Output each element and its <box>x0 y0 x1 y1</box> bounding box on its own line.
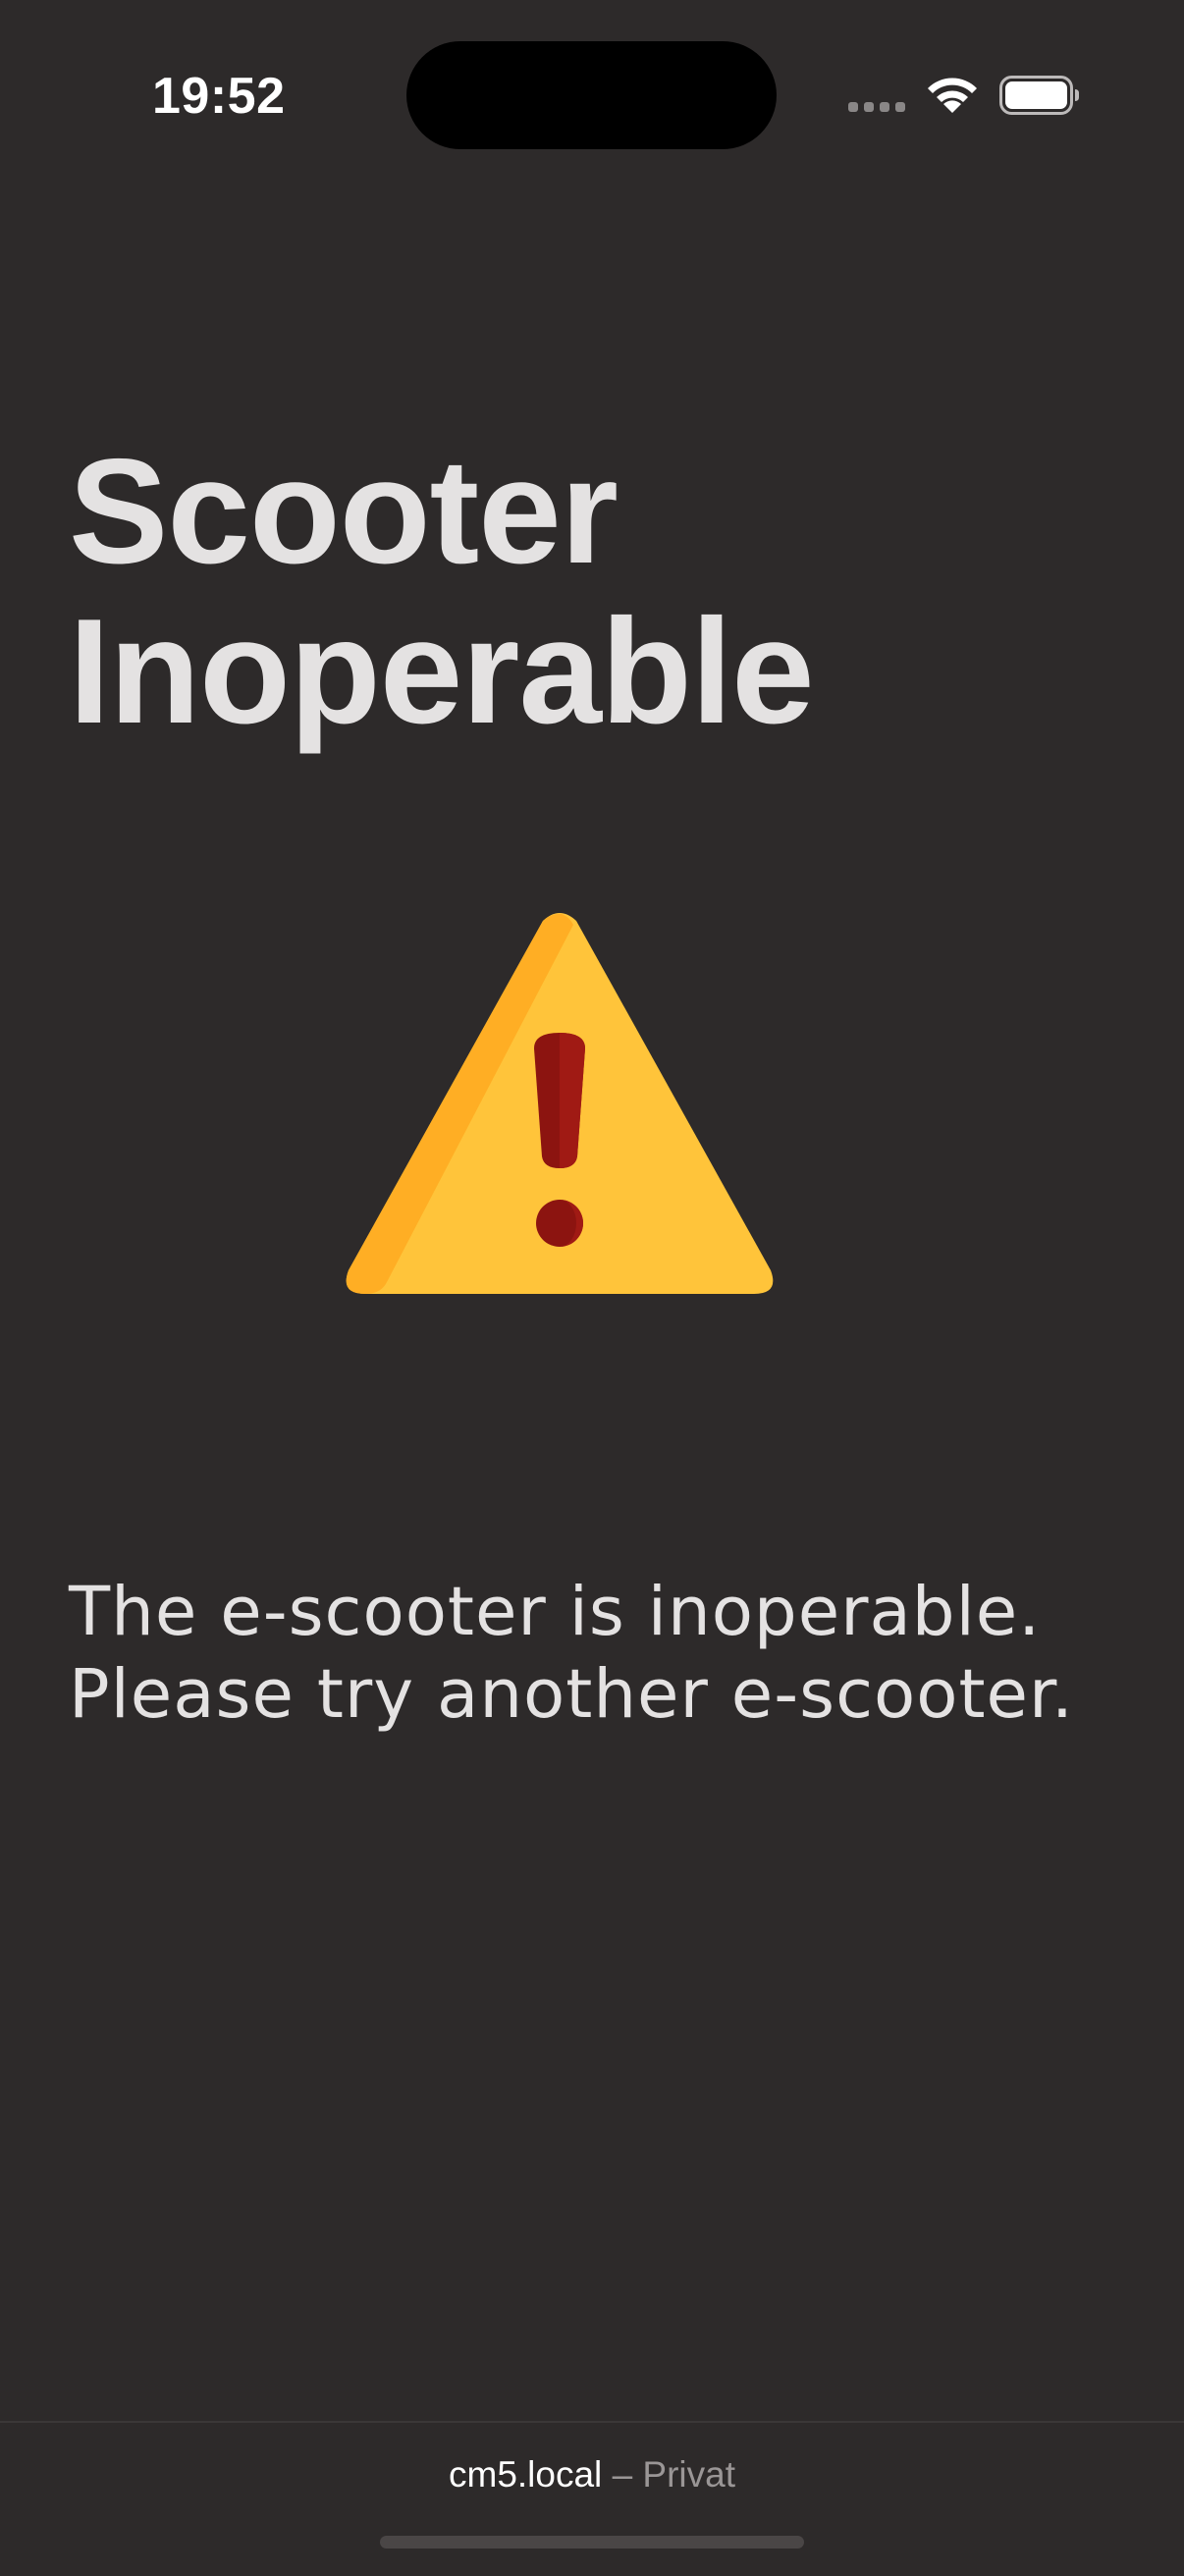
battery-icon <box>999 76 1079 115</box>
status-time: 19:52 <box>152 68 286 125</box>
dynamic-island <box>406 41 777 149</box>
browser-address-bar[interactable] <box>0 2421 1184 2576</box>
url-display[interactable]: cm5.local – Privat <box>0 2454 1184 2496</box>
error-message-line-1: The e-scooter is inoperable. <box>69 1573 1042 1651</box>
browsing-mode-label: Privat <box>642 2454 735 2495</box>
error-message-line-2: Please try another e-scooter. <box>69 1655 1074 1734</box>
url-separator: – <box>612 2454 633 2495</box>
error-message: The e-scooter is inoperable. Please try … <box>69 1571 1074 1736</box>
home-indicator[interactable] <box>380 2536 804 2549</box>
warning-icon <box>346 913 774 1294</box>
page-title: Scooter Inoperable <box>69 428 815 755</box>
page-title-line-2: Inoperable <box>69 588 815 755</box>
wifi-icon <box>928 78 977 113</box>
cellular-signal-icon <box>848 102 905 112</box>
url-host: cm5.local <box>449 2454 603 2495</box>
page-title-line-1: Scooter <box>69 428 619 595</box>
